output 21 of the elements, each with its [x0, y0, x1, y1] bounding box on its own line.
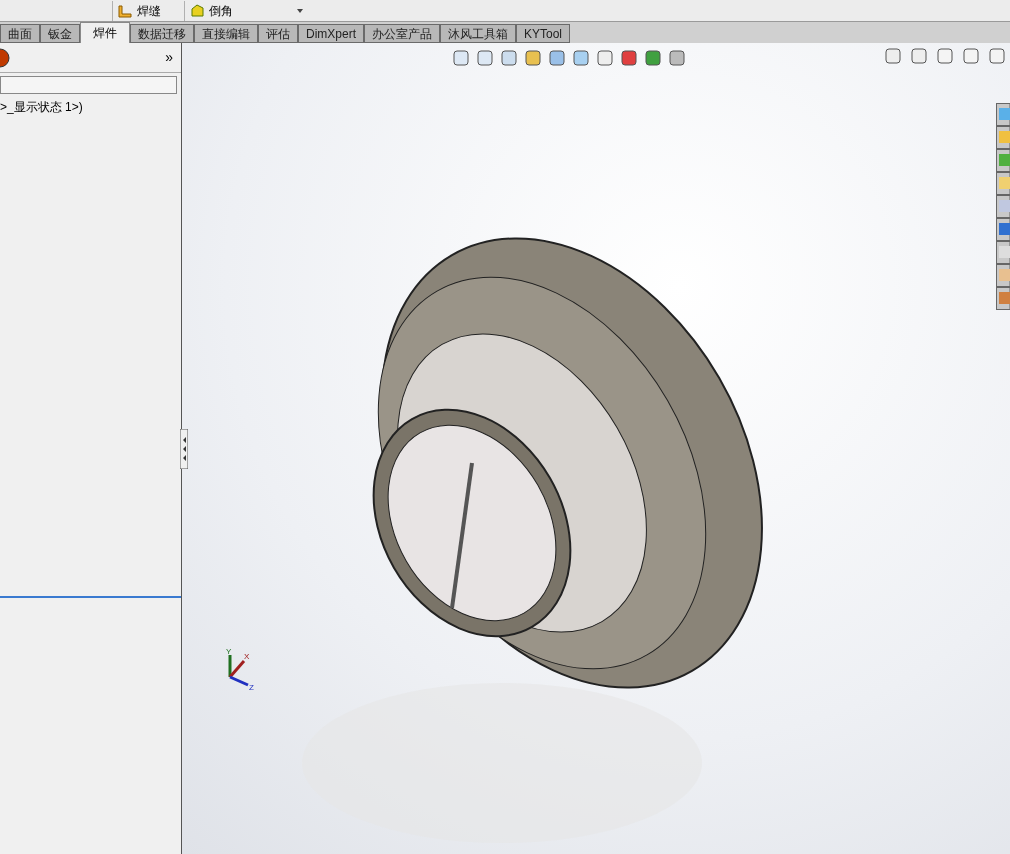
ribbon-tab[interactable]: 直接编辑	[194, 24, 258, 43]
ribbon-tab[interactable]: 焊件	[80, 22, 130, 43]
weld-icon	[117, 2, 133, 19]
toolbar-button[interactable]: 倒角	[184, 0, 256, 21]
dropdown-icon[interactable]	[296, 7, 304, 14]
tree-item[interactable]: >_显示状态 1>)	[0, 98, 181, 116]
ribbon-tab[interactable]: 评估	[258, 24, 298, 43]
ribbon-tab[interactable]: 沐风工具箱	[440, 24, 516, 43]
ribbon-tab[interactable]: KYTool	[516, 24, 571, 43]
collapse-handle-icon[interactable]	[180, 429, 188, 469]
axis-triad-drawing: Y X Z	[216, 647, 256, 691]
toolbar-button[interactable]: 焊缝	[112, 0, 184, 21]
ribbon-tab[interactable]: 钣金	[40, 24, 80, 43]
chamfer-icon	[189, 2, 205, 19]
ribbon-tab[interactable]: 曲面	[0, 24, 40, 43]
ribbon-tab[interactable]: 办公室产品	[364, 24, 440, 43]
display-manager-icon[interactable]	[0, 47, 12, 68]
ribbon-tab[interactable]: DimXpert	[298, 24, 364, 43]
ribbon-tab[interactable]: 数据迁移	[130, 24, 194, 43]
filter-field[interactable]	[0, 76, 177, 94]
expand-button[interactable]: »	[161, 47, 177, 68]
